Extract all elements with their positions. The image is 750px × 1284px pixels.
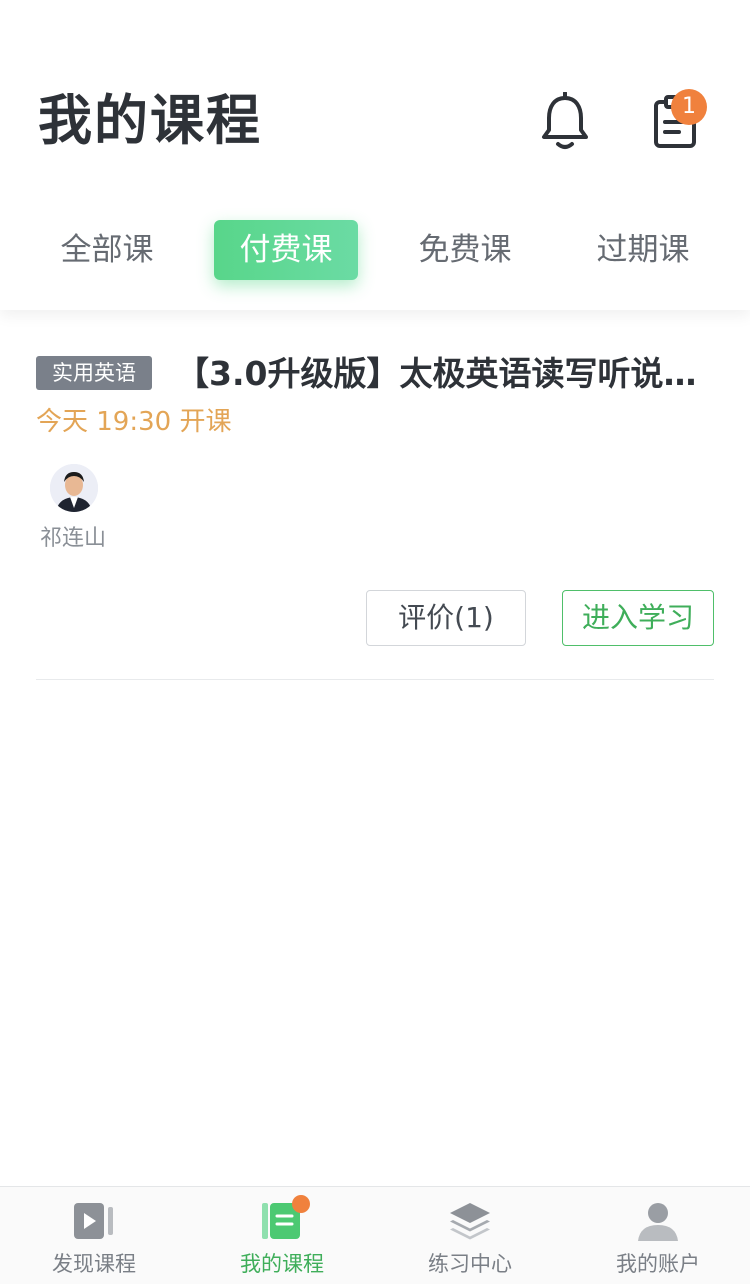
course-title[interactable]: 【3.0升级版】太极英语读写听说… [176, 352, 716, 396]
nav-my-account[interactable]: 我的账户 [564, 1187, 750, 1284]
course-filter-tabs: 全部课 付费课 免费课 过期课 [0, 220, 750, 280]
nav-label: 练习中心 [428, 1252, 512, 1276]
nav-label: 我的课程 [240, 1252, 324, 1276]
nav-notification-dot [292, 1195, 310, 1213]
notification-badge: 1 [671, 89, 707, 125]
review-button[interactable]: 评价(1) [366, 590, 526, 646]
teacher-name: 祁连山 [40, 526, 107, 551]
header: 我的课程 1 全部课 付费课 免费课 过期课 [0, 0, 750, 310]
nav-my-courses[interactable]: 我的课程 [188, 1187, 376, 1284]
bell-icon[interactable] [540, 92, 590, 152]
tab-expired[interactable]: 过期课 [572, 220, 714, 280]
divider [36, 679, 714, 680]
video-play-icon [74, 1203, 113, 1239]
tab-free[interactable]: 免费课 [394, 220, 536, 280]
layers-icon [450, 1203, 490, 1240]
nav-discover-courses[interactable]: 发现课程 [0, 1187, 188, 1284]
nav-label: 我的账户 [616, 1252, 700, 1276]
nav-label: 发现课程 [52, 1252, 136, 1276]
user-icon [638, 1203, 678, 1241]
page-title: 我的课程 [38, 89, 262, 152]
nav-practice-center[interactable]: 练习中心 [376, 1187, 564, 1284]
tab-all[interactable]: 全部课 [36, 220, 178, 280]
tab-paid[interactable]: 付费课 [214, 220, 358, 280]
enter-study-button[interactable]: 进入学习 [562, 590, 714, 646]
bottom-tab-bar: 发现课程 我的课程 练习中心 我的账户 [0, 1186, 750, 1284]
course-schedule: 今天 19:30 开课 [36, 407, 232, 437]
category-tag: 实用英语 [36, 356, 152, 390]
teacher-avatar [50, 464, 98, 512]
